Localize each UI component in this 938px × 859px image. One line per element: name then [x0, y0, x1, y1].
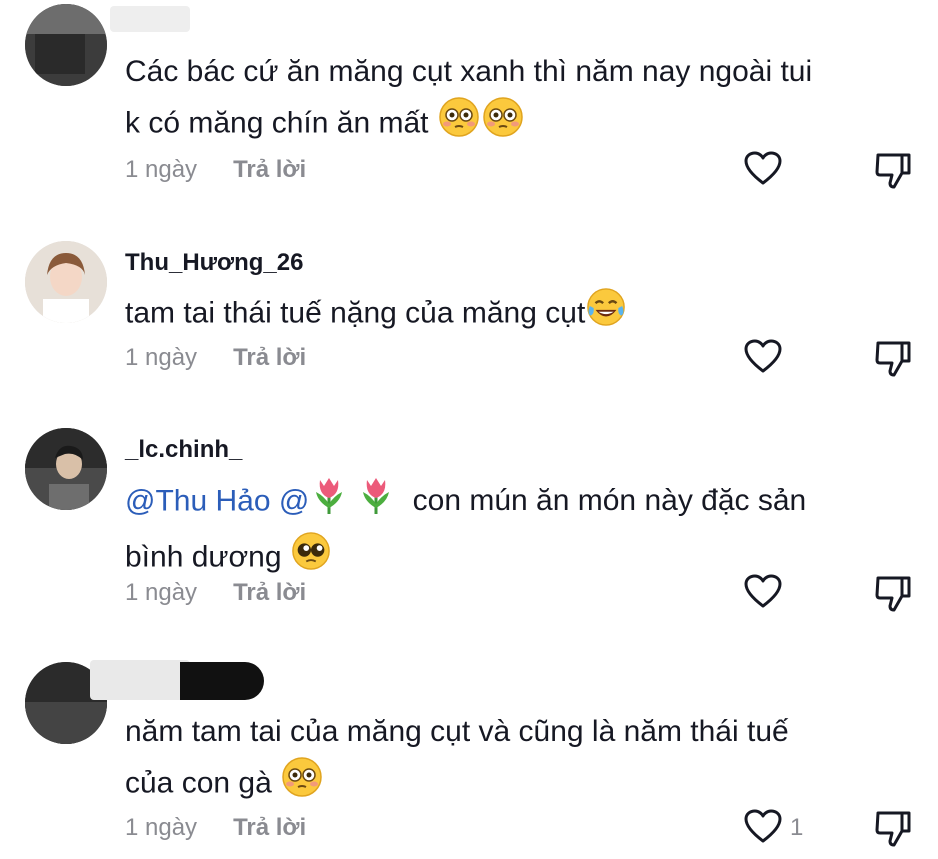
- avatar[interactable]: [25, 428, 107, 510]
- comment-time: 1 ngày: [125, 156, 198, 183]
- comment-time: 1 ngày: [125, 814, 198, 841]
- flushed-face-icon: [281, 756, 323, 813]
- heart-outline-icon[interactable]: [743, 572, 783, 612]
- comment-text: năm tam tai của măng cụt và cũng là năm …: [125, 708, 915, 813]
- comment-text: tam tai thái tuế nặng của măng cụt: [125, 287, 915, 342]
- reply-button[interactable]: Trả lời: [233, 579, 306, 606]
- thumbs-down-icon[interactable]: [872, 807, 914, 849]
- comment-text-line2: bình dương: [125, 540, 282, 574]
- thumbs-down-icon[interactable]: [872, 572, 914, 614]
- comment-text: @Thu Hảo @ con mún ăn món này đặc sản bì…: [125, 474, 915, 586]
- redacted-username: [110, 6, 190, 32]
- thumbs-down-icon[interactable]: [872, 337, 914, 379]
- comment-text-line1: năm tam tai của măng cụt và cũng là năm …: [125, 715, 789, 748]
- heart-outline-icon[interactable]: [743, 807, 783, 847]
- comment-text: Các bác cứ ăn măng cụt xanh thì năm nay …: [125, 48, 915, 153]
- like-count: 1: [790, 814, 804, 841]
- username[interactable]: _lc.chinh_: [125, 436, 242, 464]
- redacted-username: [90, 660, 190, 700]
- comment-meta: 1 ngày Trả lời: [125, 156, 306, 184]
- flushed-face-icon: [482, 96, 524, 153]
- username[interactable]: Thu_Hương_26: [125, 249, 303, 277]
- avatar[interactable]: [25, 4, 107, 86]
- comment-text-line2: k có măng chín ăn mất: [125, 106, 429, 140]
- heart-outline-icon[interactable]: [743, 149, 783, 189]
- flushed-face-icon: [438, 96, 480, 153]
- pleading-face-icon: [291, 531, 331, 586]
- comment-text-line1: con mún ăn món này đặc sản: [412, 484, 807, 518]
- comment-text-line1: Các bác cứ ăn măng cụt xanh thì năm nay …: [125, 55, 813, 88]
- reply-button[interactable]: Trả lời: [233, 344, 306, 371]
- reply-button[interactable]: Trả lời: [233, 156, 306, 183]
- heart-outline-icon[interactable]: [743, 337, 783, 377]
- comment-text-line1: tam tai thái tuế nặng của măng cụt: [125, 296, 586, 330]
- mention-link[interactable]: @Thu Hảo @: [125, 484, 309, 517]
- thumbs-down-icon[interactable]: [872, 149, 914, 191]
- avatar[interactable]: [25, 241, 107, 323]
- comment-text-line2: của con gà: [125, 766, 272, 800]
- comment-meta: 1 ngày Trả lời: [125, 579, 306, 607]
- tulip-icon: [310, 474, 348, 531]
- tulip-icon: [357, 474, 395, 531]
- comment-meta: 1 ngày Trả lời: [125, 344, 306, 372]
- reply-button[interactable]: Trả lời: [233, 814, 306, 841]
- comment-meta: 1 ngày Trả lời: [125, 814, 306, 842]
- comment-time: 1 ngày: [125, 579, 198, 606]
- redacted-username: [180, 662, 264, 700]
- comment-time: 1 ngày: [125, 344, 198, 371]
- tears-of-joy-icon: [586, 287, 626, 342]
